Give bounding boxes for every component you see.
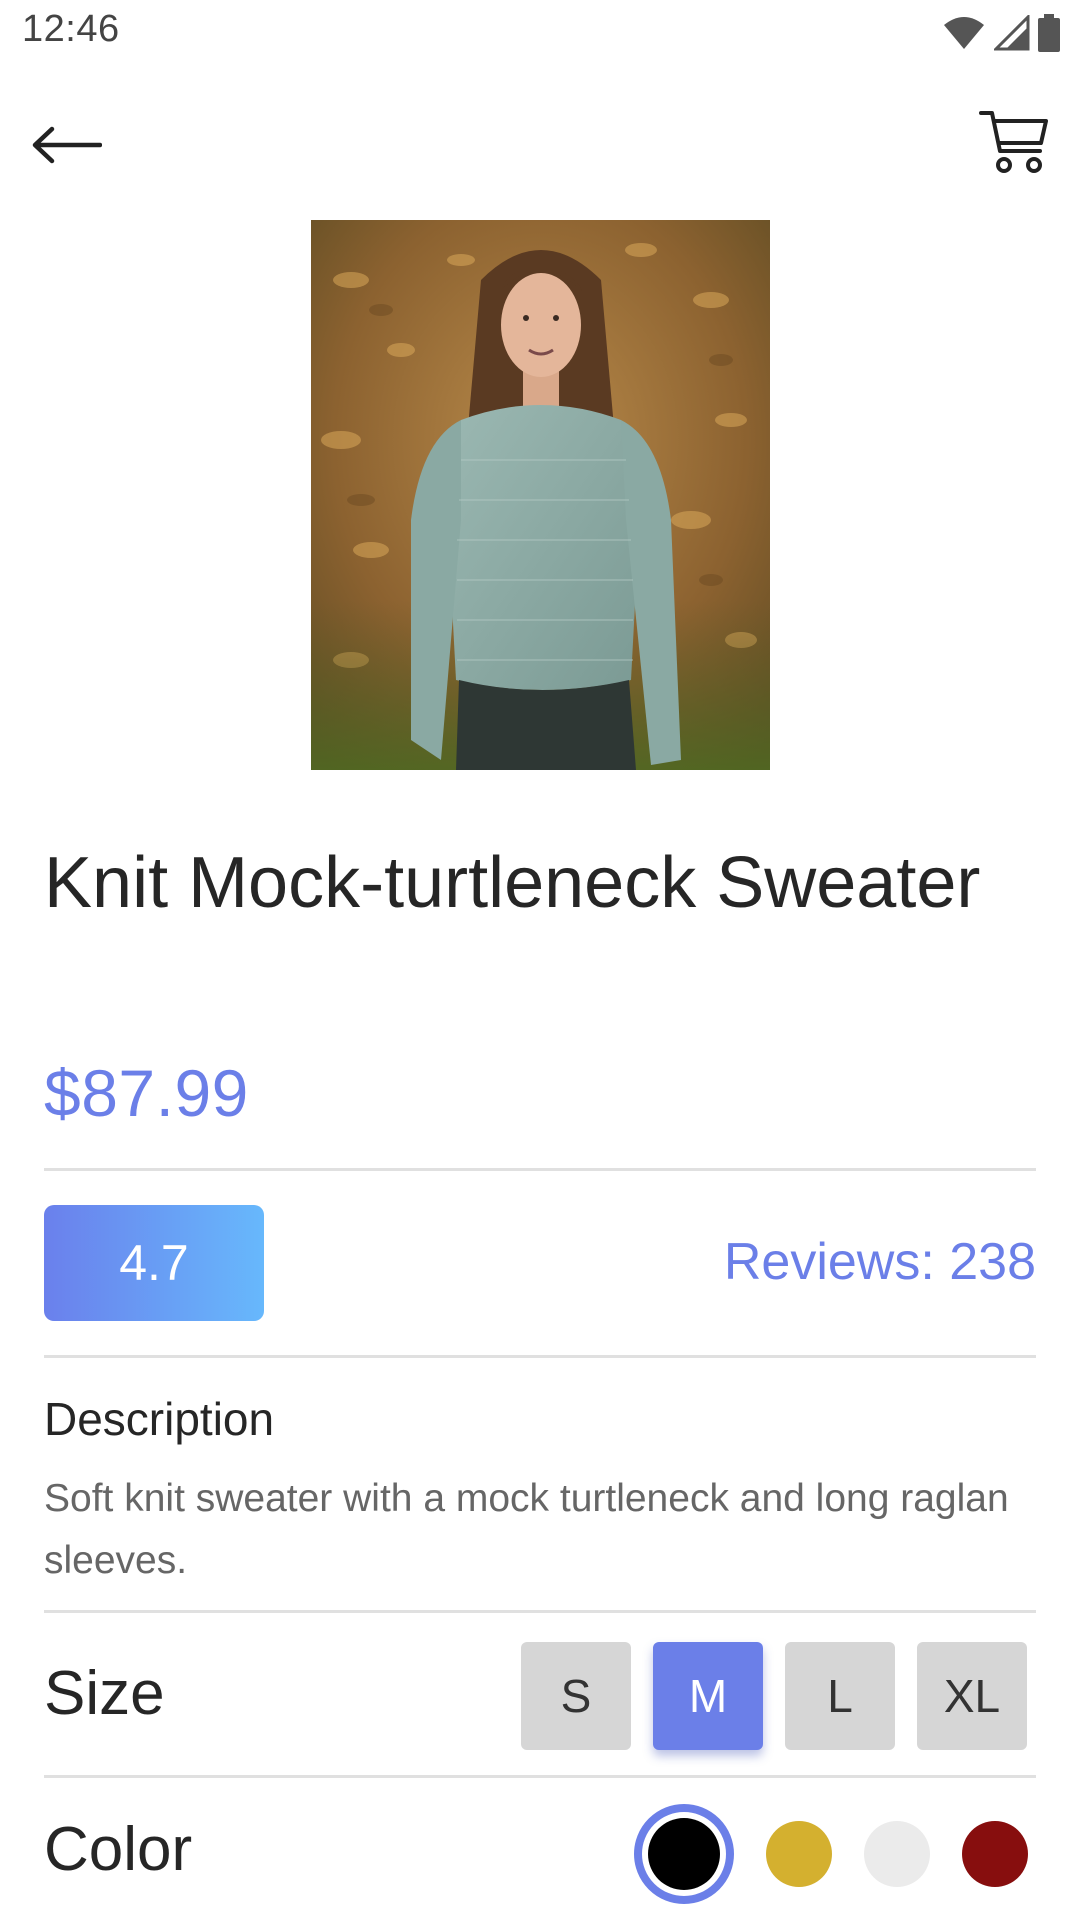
cellular-signal-icon — [994, 15, 1030, 51]
rating-badge: 4.7 — [44, 1205, 264, 1321]
product-image — [311, 220, 770, 770]
color-swatch-yellow[interactable] — [766, 1821, 832, 1887]
app-bar — [0, 90, 1080, 200]
description-heading: Description — [44, 1393, 275, 1445]
color-swatch-dark-red[interactable] — [962, 1821, 1028, 1887]
color-swatch-black[interactable] — [634, 1804, 734, 1904]
cart-button[interactable] — [974, 104, 1054, 184]
divider — [44, 1168, 1036, 1171]
description-text: Soft knit sweater with a mock turtleneck… — [44, 1477, 1009, 1582]
reviews-link[interactable]: Reviews: 238 — [724, 1232, 1036, 1292]
size-label: Size — [44, 1659, 165, 1728]
product-title: Knit Mock-turtleneck Sweater — [44, 843, 981, 923]
color-label: Color — [44, 1815, 193, 1884]
arrow-left-icon — [30, 125, 103, 170]
product-price: $87.99 — [44, 1056, 249, 1130]
size-option-l[interactable]: L — [785, 1642, 895, 1750]
color-swatch-light-gray[interactable] — [864, 1821, 930, 1887]
status-icons — [942, 14, 1060, 52]
size-options: S M L XL — [521, 1642, 1027, 1750]
shopping-cart-icon — [978, 107, 1050, 182]
status-time: 12:46 — [22, 8, 120, 50]
status-bar: 12:46 — [0, 0, 1080, 68]
back-button[interactable] — [30, 112, 120, 182]
divider — [44, 1610, 1036, 1613]
divider — [44, 1775, 1036, 1778]
size-option-s[interactable]: S — [521, 1642, 631, 1750]
size-option-xl[interactable]: XL — [917, 1642, 1027, 1750]
color-options — [634, 1804, 1028, 1904]
divider — [44, 1355, 1036, 1358]
wifi-icon — [942, 15, 986, 51]
size-option-m[interactable]: M — [653, 1642, 763, 1750]
battery-icon — [1038, 14, 1060, 52]
